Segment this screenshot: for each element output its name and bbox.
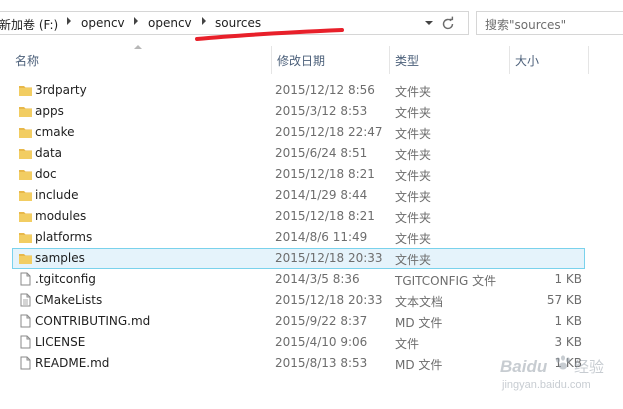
list-item[interactable]: apps 2015/3/12 8:53 文件夹 bbox=[12, 101, 585, 122]
svg-text:jingyan.baidu.com: jingyan.baidu.com bbox=[501, 379, 591, 391]
file-type: MD 文件 bbox=[395, 316, 443, 330]
file-date: 2014/1/29 8:44 bbox=[275, 188, 368, 202]
file-type: 文件夹 bbox=[395, 169, 432, 183]
file-icon bbox=[20, 272, 31, 286]
file-name: platforms bbox=[35, 230, 93, 244]
refresh-icon[interactable] bbox=[439, 15, 457, 33]
file-date: 2015/6/24 8:51 bbox=[275, 146, 368, 160]
chevron-right-icon[interactable] bbox=[202, 17, 206, 25]
folder-icon bbox=[19, 233, 32, 243]
folder-icon bbox=[19, 254, 32, 264]
file-size: 1 KB bbox=[554, 314, 582, 328]
file-size: 1 KB bbox=[554, 272, 582, 286]
file-date: 2015/8/13 8:53 bbox=[275, 356, 368, 370]
file-type: 文件夹 bbox=[395, 232, 432, 246]
folder-icon bbox=[19, 86, 32, 96]
svg-text:经验: 经验 bbox=[574, 358, 604, 376]
column-divider[interactable] bbox=[389, 46, 390, 74]
file-name: data bbox=[35, 146, 63, 160]
baidu-paw-logo: Baidu 经验 jingyan.baidu.com bbox=[500, 355, 604, 391]
sort-caret-icon bbox=[134, 45, 142, 49]
list-item-selected[interactable]: samples 2015/12/18 20:33 文件夹 bbox=[12, 248, 585, 269]
file-icon bbox=[20, 314, 31, 328]
file-type: TGITCONFIG 文件 bbox=[395, 274, 497, 288]
file-type: 文件夹 bbox=[395, 211, 432, 225]
file-date: 2015/9/22 8:37 bbox=[275, 314, 368, 328]
file-size: 3 KB bbox=[554, 335, 582, 349]
chevron-right-icon[interactable] bbox=[134, 17, 138, 25]
file-type: 文件 bbox=[395, 337, 420, 351]
file-date: 2015/12/18 8:21 bbox=[275, 167, 375, 181]
file-date: 2015/12/12 8:56 bbox=[275, 83, 375, 97]
watermark: Baidu 经验 jingyan.baidu.com bbox=[500, 352, 618, 392]
column-header-date[interactable]: 修改日期 bbox=[277, 52, 325, 72]
list-item[interactable]: LICENSE 2015/4/10 9:06 文件 3 KB bbox=[12, 332, 585, 353]
folder-icon bbox=[19, 170, 32, 180]
file-type: 文件夹 bbox=[395, 127, 432, 141]
file-icon bbox=[20, 335, 31, 349]
file-name: modules bbox=[35, 209, 87, 223]
file-date: 2014/3/5 8:36 bbox=[275, 272, 360, 286]
file-name: samples bbox=[35, 251, 85, 265]
file-name: include bbox=[35, 188, 79, 202]
chevron-down-icon[interactable] bbox=[425, 21, 433, 25]
file-name: doc bbox=[35, 167, 57, 181]
file-type: 文件夹 bbox=[395, 253, 432, 267]
column-divider[interactable] bbox=[271, 46, 272, 74]
column-divider[interactable] bbox=[588, 46, 589, 74]
file-date: 2014/8/6 11:49 bbox=[275, 230, 368, 244]
breadcrumb-sources[interactable]: sources bbox=[215, 16, 261, 30]
file-name: LICENSE bbox=[35, 335, 86, 349]
breadcrumb-opencv-1[interactable]: opencv bbox=[81, 16, 125, 30]
file-type: 文件夹 bbox=[395, 148, 432, 162]
file-type: 文件夹 bbox=[395, 190, 432, 204]
breadcrumb-drive[interactable]: 新加卷 (F:) bbox=[0, 16, 58, 33]
list-item[interactable]: doc 2015/12/18 8:21 文件夹 bbox=[12, 164, 585, 185]
folder-icon bbox=[19, 149, 32, 159]
search-input[interactable]: 搜索"sources" bbox=[476, 11, 623, 35]
list-item[interactable]: modules 2015/12/18 8:21 文件夹 bbox=[12, 206, 585, 227]
file-type: 文本文档 bbox=[395, 295, 444, 309]
file-type: MD 文件 bbox=[395, 358, 443, 372]
file-name: .tgitconfig bbox=[35, 272, 96, 286]
list-item[interactable]: CONTRIBUTING.md 2015/9/22 8:37 MD 文件 1 K… bbox=[12, 311, 585, 332]
file-date: 2015/12/18 8:21 bbox=[275, 209, 375, 223]
list-item[interactable]: data 2015/6/24 8:51 文件夹 bbox=[12, 143, 585, 164]
file-type: 文件夹 bbox=[395, 106, 432, 120]
file-date: 2015/3/12 8:53 bbox=[275, 104, 368, 118]
file-name: README.md bbox=[35, 356, 110, 370]
file-name: cmake bbox=[35, 125, 75, 139]
file-type: 文件夹 bbox=[395, 85, 432, 99]
file-date: 2015/12/18 22:47 bbox=[275, 125, 383, 139]
list-item[interactable]: cmake 2015/12/18 22:47 文件夹 bbox=[12, 122, 585, 143]
column-divider[interactable] bbox=[509, 46, 510, 74]
list-item[interactable]: include 2014/1/29 8:44 文件夹 bbox=[12, 185, 585, 206]
list-item[interactable]: .tgitconfig 2014/3/5 8:36 TGITCONFIG 文件 … bbox=[12, 269, 585, 290]
search-placeholder: 搜索"sources" bbox=[485, 18, 567, 32]
file-date: 2015/4/10 9:06 bbox=[275, 335, 368, 349]
folder-icon bbox=[19, 191, 32, 201]
file-name: 3rdparty bbox=[35, 83, 87, 97]
list-item[interactable]: platforms 2014/8/6 11:49 文件夹 bbox=[12, 227, 585, 248]
file-icon bbox=[20, 293, 31, 307]
file-size: 57 KB bbox=[546, 293, 582, 307]
address-bar[interactable]: 新加卷 (F:) opencv opencv sources bbox=[0, 11, 469, 35]
column-header-type[interactable]: 类型 bbox=[395, 52, 419, 72]
list-item[interactable]: CMakeLists 2015/12/18 20:33 文本文档 57 KB bbox=[12, 290, 585, 311]
column-header-name[interactable]: 名称 bbox=[15, 52, 39, 72]
folder-icon bbox=[19, 212, 32, 222]
file-date: 2015/12/18 20:33 bbox=[275, 251, 383, 265]
chevron-right-icon[interactable] bbox=[67, 17, 71, 25]
file-name: apps bbox=[35, 104, 64, 118]
file-name: CONTRIBUTING.md bbox=[35, 314, 151, 328]
file-icon bbox=[20, 356, 31, 370]
folder-icon bbox=[19, 107, 32, 117]
column-header-size[interactable]: 大小 bbox=[515, 52, 539, 72]
svg-text:Baidu: Baidu bbox=[500, 357, 548, 376]
breadcrumb-opencv-2[interactable]: opencv bbox=[148, 16, 192, 30]
list-item[interactable]: 3rdparty 2015/12/12 8:56 文件夹 bbox=[12, 80, 585, 101]
file-name: CMakeLists bbox=[35, 293, 103, 307]
file-date: 2015/12/18 20:33 bbox=[275, 293, 383, 307]
folder-icon bbox=[19, 128, 32, 138]
